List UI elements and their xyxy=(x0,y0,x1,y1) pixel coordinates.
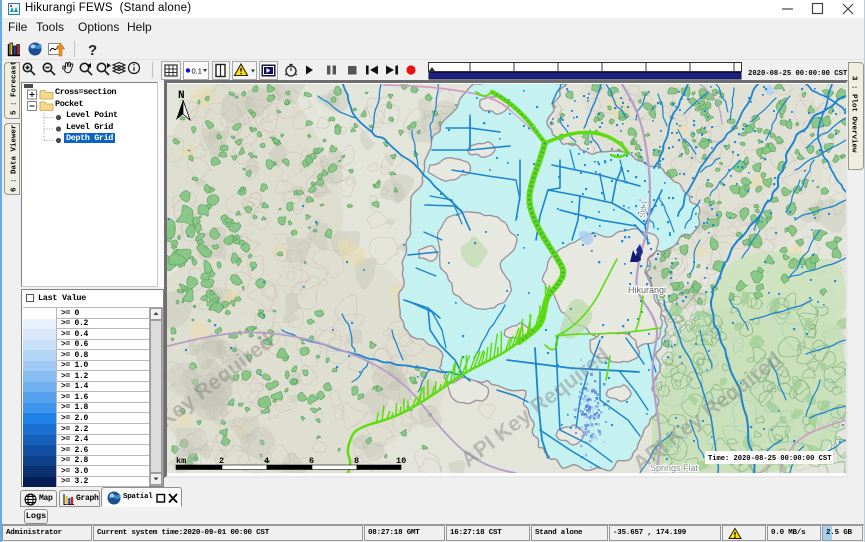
svg-text:Time: 2020-08-25 00:00:00 CST: Time: 2020-08-25 00:00:00 CST xyxy=(708,455,832,463)
svg-text:4: 4 xyxy=(264,456,269,466)
svg-text:km: km xyxy=(176,456,186,466)
svg-text:0.1: 0.1 xyxy=(192,67,202,76)
svg-text:8: 8 xyxy=(354,456,359,466)
svg-text:10: 10 xyxy=(396,456,406,466)
svg-text:N: N xyxy=(178,90,185,102)
svg-text:6: 6 xyxy=(309,456,314,466)
svg-text:Hikurangi: Hikurangi xyxy=(628,285,666,295)
svg-text:2020-08-25 00:00:00 CST: 2020-08-25 00:00:00 CST xyxy=(748,70,848,78)
svg-text:?: ? xyxy=(88,42,97,59)
svg-text:Springs Flat: Springs Flat xyxy=(650,463,699,473)
svg-text:3 : Plot Overview: 3 : Plot Overview xyxy=(850,76,858,153)
svg-text:6 : Data Viewer: 6 : Data Viewer xyxy=(11,124,19,192)
svg-text:SH 1: SH 1 xyxy=(638,199,649,218)
svg-text:5 : Forecast: 5 : Forecast xyxy=(11,62,19,115)
svg-text:2: 2 xyxy=(219,456,224,466)
